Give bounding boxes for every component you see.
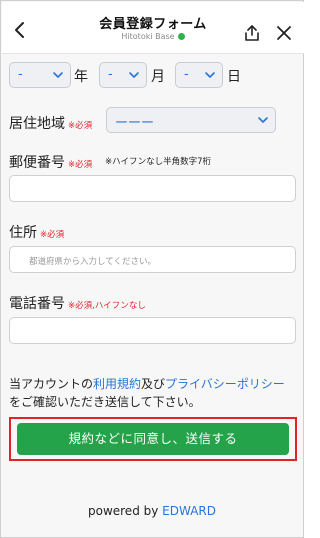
region-label: 居住地域 ※必須 [9, 113, 92, 133]
postal-field[interactable] [9, 175, 296, 202]
region-select[interactable]: ーーー [106, 107, 276, 133]
birth-day-value: - [184, 67, 189, 82]
chevron-updown-icon [129, 72, 139, 78]
share-icon[interactable] [242, 23, 262, 43]
region-label-text: 居住地域 [9, 116, 65, 132]
address-placeholder: 都道府県から入力してください。 [29, 257, 156, 267]
birth-month-select[interactable]: - [99, 62, 147, 88]
consent-suffix: をご確認いただき送信して下さい。 [9, 395, 201, 409]
birth-day-select[interactable]: - [175, 62, 223, 88]
subtitle-text: Hitotoki Base [121, 32, 175, 41]
close-icon[interactable] [275, 24, 293, 42]
address-label: 住所 ※必須 [9, 222, 64, 242]
chevron-updown-icon [53, 72, 63, 78]
brand-dot-icon [177, 33, 185, 40]
privacy-link[interactable]: プライバシーポリシー [165, 377, 285, 391]
phone-label: 電話番号 ※必須,ハイフンなし [9, 293, 146, 313]
postal-required: ※必須 [68, 160, 93, 170]
phone-field[interactable] [9, 317, 296, 344]
powered-by-text: powered by [87, 504, 159, 518]
postal-note: ※ハイフンなし半角数字7桁 [105, 157, 212, 167]
phone-label-text: 電話番号 [9, 296, 65, 312]
brand-link[interactable]: EDWARD [162, 504, 216, 518]
submit-button[interactable]: 規約などに同意し、送信する [17, 423, 289, 455]
chevron-updown-icon [258, 117, 268, 123]
postal-label-text: 郵便番号 [9, 155, 65, 171]
consent-prefix: 当アカウントの [9, 377, 94, 391]
footer: powered by EDWARD [1, 504, 303, 518]
region-value: ーーー [115, 116, 155, 131]
address-field[interactable]: 都道府県から入力してください。 [9, 246, 296, 273]
birth-year-select[interactable]: - [9, 62, 71, 88]
chevron-updown-icon [205, 72, 215, 78]
region-required: ※必須 [68, 121, 93, 131]
consent-and: 及び [141, 377, 166, 391]
birth-month-unit: 月 [151, 69, 165, 85]
birth-year-unit: 年 [74, 69, 88, 85]
terms-link[interactable]: 利用規約 [93, 377, 141, 391]
birth-month-value: - [108, 67, 113, 82]
header-bar: 会員登録フォーム Hitotoki Base [2, 2, 304, 54]
consent-text: 当アカウントの利用規約及びプライバシーポリシーをご確認いただき送信して下さい。 [9, 375, 299, 411]
app-frame: 会員登録フォーム Hitotoki Base - 年 - 月 - 日 居住地域 ※… [0, 0, 304, 538]
birth-day-unit: 日 [227, 69, 241, 85]
address-required: ※必須 [40, 230, 65, 240]
birth-year-value: - [18, 67, 23, 82]
phone-required: ※必須,ハイフンなし [68, 301, 146, 311]
address-label-text: 住所 [9, 225, 37, 241]
postal-label: 郵便番号 ※必須 [9, 152, 92, 172]
